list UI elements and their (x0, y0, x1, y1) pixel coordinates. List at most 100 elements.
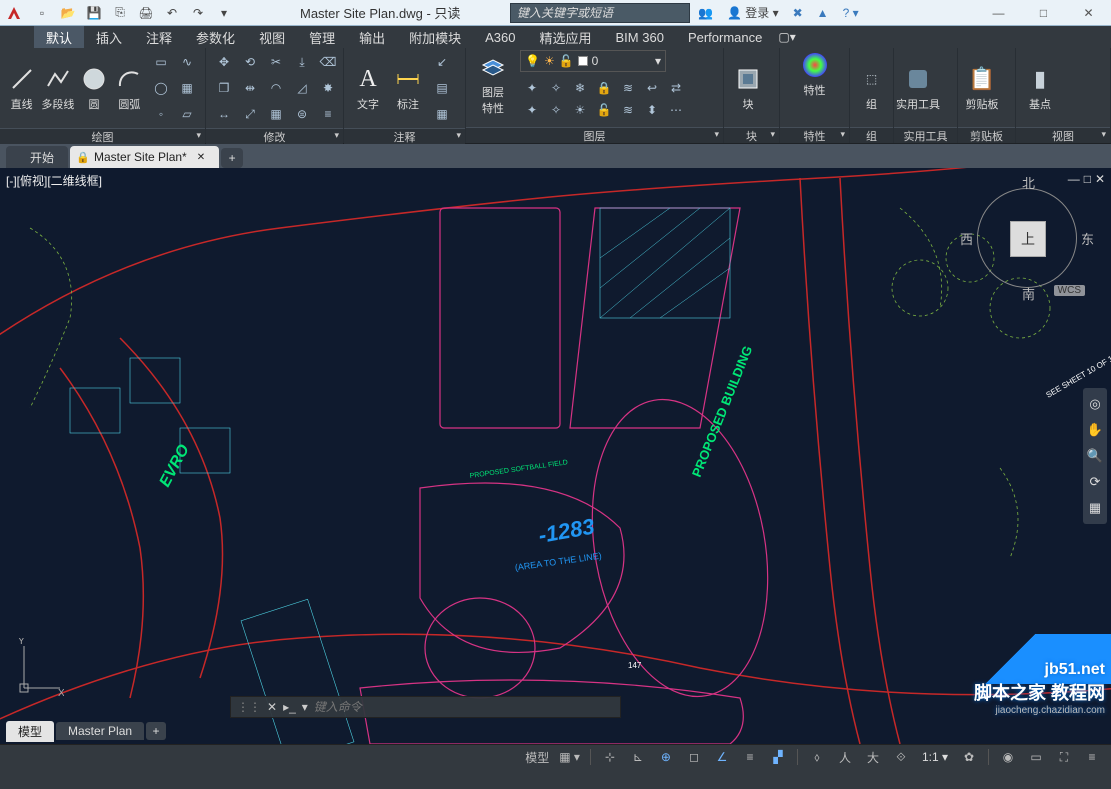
cmd-close-icon[interactable]: ✕ (267, 700, 277, 714)
panel-title-clip[interactable]: 剪贴板 (958, 127, 1015, 143)
viewcube-wcs[interactable]: WCS (1054, 285, 1085, 296)
tab-annotate[interactable]: 注释 (134, 26, 184, 48)
viewport-label[interactable]: [-][俯视][二维线框] (6, 172, 102, 189)
layeruniso-icon[interactable]: ✦ (520, 98, 544, 122)
viewcube-face[interactable]: 上 (1010, 221, 1046, 257)
circle-button[interactable]: 圆 (78, 64, 109, 112)
layeron-icon[interactable]: ✧ (544, 98, 568, 122)
layerprev-icon[interactable]: ↩ (640, 76, 664, 100)
properties-button[interactable]: 特性 (797, 50, 833, 98)
file-tab-start[interactable]: 开始 (6, 146, 68, 168)
status-clean-icon[interactable]: ⛶ (1051, 746, 1077, 768)
move-icon[interactable]: ✥ (212, 50, 236, 74)
command-input[interactable] (314, 700, 614, 714)
maximize-button[interactable]: □ (1021, 0, 1066, 26)
viewcube-north[interactable]: 北 (1022, 173, 1035, 192)
qat-open-icon[interactable]: 📂 (58, 3, 78, 23)
layermatch-icon[interactable]: ≋ (616, 76, 640, 100)
nav-zoom-icon[interactable]: 🔍 (1087, 448, 1103, 464)
status-lwt-icon[interactable]: ≡ (737, 746, 763, 768)
tab-output[interactable]: 输出 (347, 26, 397, 48)
qat-new-icon[interactable]: ▫ (32, 3, 52, 23)
rect-icon[interactable]: ▭ (149, 50, 173, 74)
layerprops-button[interactable]: 图层 特性 (472, 52, 514, 116)
status-annovisible-icon[interactable]: ⟐ (888, 746, 914, 768)
close-button[interactable]: ✕ (1066, 0, 1111, 26)
fillet-icon[interactable]: ◠ (264, 76, 288, 100)
file-tab-drawing[interactable]: 🔒Master Site Plan*✕ (70, 146, 219, 168)
tab-manage[interactable]: 管理 (297, 26, 347, 48)
line-button[interactable]: 直线 (6, 64, 37, 112)
layerthw-icon[interactable]: ☀ (568, 98, 592, 122)
nav-showmotion-icon[interactable]: ▦ (1089, 500, 1101, 516)
panel-title-annot[interactable]: 注释▾ (344, 128, 465, 144)
tab-parametric[interactable]: 参数化 (184, 26, 247, 48)
layerwalk-icon[interactable]: ⇄ (664, 76, 688, 100)
hatch-icon[interactable]: ▦ (175, 76, 199, 100)
viewcube-south[interactable]: 南 (1022, 284, 1035, 303)
tab-view[interactable]: 视图 (247, 26, 297, 48)
panel-title-group[interactable]: 组 (850, 127, 893, 143)
mirror-icon[interactable]: ⇹ (238, 76, 262, 100)
array-icon[interactable]: ▦ (264, 102, 288, 126)
status-anno-icon[interactable]: 人 (832, 746, 858, 768)
panel-title-view[interactable]: 视图▾ (1016, 127, 1110, 143)
infocenter-icon[interactable]: 👥 (698, 6, 713, 20)
vp-max-icon[interactable]: □ (1084, 172, 1091, 186)
erase-icon[interactable]: ⌫ (316, 50, 340, 74)
layer-combo[interactable]: 💡 ☀ 🔓 0 ▾ (520, 50, 666, 72)
drawing-area[interactable]: [-][俯视][二维线框] — □ ✕ (0, 168, 1111, 744)
layerchg-icon[interactable]: ⬍ (640, 98, 664, 122)
scale-icon[interactable]: ⤢ (238, 102, 262, 126)
status-grid-icon[interactable]: ▦ ▾ (555, 746, 584, 768)
trim-icon[interactable]: ✂ (264, 50, 288, 74)
tab-default[interactable]: 默认 (34, 26, 84, 48)
status-tpy-icon[interactable]: ▞ (765, 746, 791, 768)
tab-featured[interactable]: 精选应用 (528, 26, 604, 48)
cmd-recent-icon[interactable]: ▾ (302, 700, 308, 714)
status-monitor-icon[interactable]: ▭ (1023, 746, 1049, 768)
nav-orbit-icon[interactable]: ⟳ (1090, 474, 1101, 490)
layout-tab-masterplan[interactable]: Master Plan (56, 722, 144, 740)
tab-performance[interactable]: Performance (676, 26, 774, 48)
status-snap-icon[interactable]: ⊹ (597, 746, 623, 768)
status-osnap-icon[interactable]: ◻ (681, 746, 707, 768)
tab-bim360[interactable]: BIM 360 (604, 26, 676, 48)
region-icon[interactable]: ▱ (175, 102, 199, 126)
status-gear-icon[interactable]: ✿ (956, 746, 982, 768)
panel-title-block[interactable]: 块▾ (724, 127, 779, 143)
stretch-icon[interactable]: ↔ (212, 102, 236, 126)
qat-dropdown-icon[interactable]: ▾ (214, 3, 234, 23)
search-input[interactable]: 键入关键字或短语 (510, 3, 690, 23)
status-ortho-icon[interactable]: ⊾ (625, 746, 651, 768)
layermore-icon[interactable]: ⋯ (664, 98, 688, 122)
status-custom-icon[interactable]: ≡ (1079, 746, 1105, 768)
status-iso-icon[interactable]: ⬨ (804, 746, 830, 768)
status-polar-icon[interactable]: ⊕ (653, 746, 679, 768)
panel-title-utils[interactable]: 实用工具 (894, 127, 957, 143)
point-icon[interactable]: ◦ (149, 102, 173, 126)
status-annoscale-icon[interactable]: 大 (860, 746, 886, 768)
qat-redo-icon[interactable]: ↷ (188, 3, 208, 23)
qat-plot-icon[interactable]: 🖨 (136, 3, 156, 23)
layermch2-icon[interactable]: ≋ (616, 98, 640, 122)
tab-insert[interactable]: 插入 (84, 26, 134, 48)
layeroff-icon[interactable]: ✧ (544, 76, 568, 100)
copy-icon[interactable]: ❐ (212, 76, 236, 100)
nav-wheel-icon[interactable]: ◎ (1089, 396, 1100, 412)
rotate-icon[interactable]: ⟲ (238, 50, 262, 74)
viewcube-west[interactable]: 西 (960, 229, 973, 248)
layerulk-icon[interactable]: 🔓 (592, 98, 616, 122)
close-tab-icon[interactable]: ✕ (197, 152, 205, 163)
viewcube[interactable]: 上 北 南 东 西 WCS (977, 188, 1077, 288)
vp-close-icon[interactable]: ✕ (1095, 172, 1105, 186)
layerlck-icon[interactable]: 🔒 (592, 76, 616, 100)
panel-title-draw[interactable]: 绘图▾ (0, 128, 205, 144)
spline-icon[interactable]: ∿ (175, 50, 199, 74)
text-button[interactable]: A文字 (350, 64, 386, 112)
cmd-grip-icon[interactable]: ⋮⋮ (237, 700, 261, 714)
app-menu-icon[interactable] (0, 0, 28, 26)
mtext-icon[interactable]: ▦ (430, 102, 454, 126)
leader-icon[interactable]: ↙ (430, 50, 454, 74)
align-icon[interactable]: ≡ (316, 102, 340, 126)
